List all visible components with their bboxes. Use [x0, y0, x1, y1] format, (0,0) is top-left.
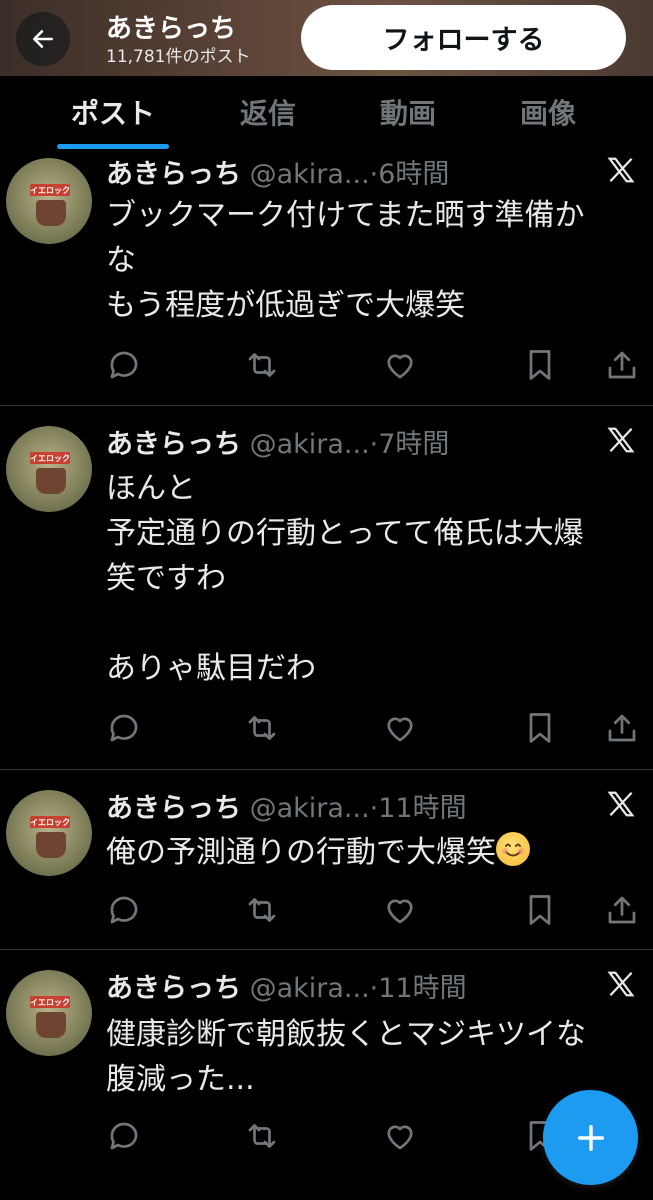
repost-icon[interactable]	[244, 347, 280, 383]
tweet[interactable]: イエロック あきらっち @akira...·7時間 ほんと 予定通りの行動とって…	[0, 406, 653, 770]
tweet-text-body: 俺の予測通りの行動で大爆笑	[106, 835, 496, 870]
tweet-meta: あきらっち @akira...·11時間	[106, 966, 467, 1005]
avatar-figure	[36, 832, 66, 858]
tweet-time[interactable]: ·6時間	[370, 159, 450, 190]
tweet-text: 俺の予測通りの行動で大爆笑	[106, 830, 646, 875]
bookmark-icon[interactable]	[522, 710, 558, 746]
back-button[interactable]	[16, 12, 70, 66]
tweet-text: ブックマーク付けてまた晒す準備か な もう程度が低過ぎで大爆笑	[106, 198, 585, 323]
heart-icon[interactable]	[382, 710, 418, 746]
x-logo-icon[interactable]	[606, 425, 636, 455]
repost-icon[interactable]	[244, 710, 280, 746]
x-logo-icon[interactable]	[606, 155, 636, 185]
reply-icon[interactable]	[106, 347, 142, 383]
repost-icon[interactable]	[244, 1118, 280, 1154]
tweet-author-name[interactable]: あきらっち	[106, 429, 241, 460]
tweet-handle[interactable]: @akira...	[250, 973, 370, 1004]
compose-button[interactable]	[543, 1090, 638, 1185]
tweet-handle[interactable]: @akira...	[250, 793, 370, 824]
heart-icon[interactable]	[382, 347, 418, 383]
avatar-figure	[36, 468, 66, 494]
avatar[interactable]: イエロック	[6, 158, 92, 244]
profile-tabs: ポスト 返信 動画 画像	[0, 76, 653, 150]
tweet-text: 健康診断で朝飯抜くとマジキツイな 腹減った...	[106, 1017, 586, 1097]
share-icon[interactable]	[604, 892, 640, 928]
post-count: 11,781件のポスト	[106, 47, 251, 67]
tweet-handle[interactable]: @akira...	[250, 159, 370, 190]
smiling-face-emoji	[496, 832, 530, 866]
arrow-left-icon	[33, 30, 53, 48]
reply-icon[interactable]	[106, 710, 142, 746]
reply-icon[interactable]	[106, 892, 142, 928]
tweet-time[interactable]: ·11時間	[370, 793, 467, 824]
tweet-meta: あきらっち @akira...·6時間	[106, 152, 449, 191]
profile-page: あきらっち 11,781件のポスト フォローする ポスト 返信 動画 画像 イエ…	[0, 0, 653, 1200]
tweet-author-name[interactable]: あきらっち	[106, 159, 241, 190]
x-logo-icon[interactable]	[606, 789, 636, 819]
tweet-handle[interactable]: @akira...	[250, 429, 370, 460]
heart-icon[interactable]	[382, 892, 418, 928]
repost-icon[interactable]	[244, 892, 280, 928]
tweet-author-name[interactable]: あきらっち	[106, 793, 241, 824]
avatar-logo: イエロック	[30, 184, 70, 196]
reply-icon[interactable]	[106, 1118, 142, 1154]
tweet[interactable]: イエロック あきらっち @akira...·11時間 俺の予測通りの行動で大爆笑	[0, 770, 653, 950]
tab-videos[interactable]: 動画	[364, 92, 452, 132]
bookmark-icon[interactable]	[522, 892, 558, 928]
x-logo-icon[interactable]	[606, 969, 636, 999]
heart-icon[interactable]	[382, 1118, 418, 1154]
avatar-logo: イエロック	[30, 452, 70, 464]
avatar[interactable]: イエロック	[6, 970, 92, 1056]
tweet-actions	[106, 892, 641, 928]
tweet-time[interactable]: ·11時間	[370, 973, 467, 1004]
tweet-author-name[interactable]: あきらっち	[106, 973, 241, 1004]
active-tab-indicator	[57, 144, 169, 149]
share-icon[interactable]	[604, 710, 640, 746]
avatar-figure	[36, 1012, 66, 1038]
avatar[interactable]: イエロック	[6, 790, 92, 876]
plus-icon	[577, 1124, 604, 1151]
avatar-figure	[36, 200, 66, 226]
tweet-meta: あきらっち @akira...·7時間	[106, 422, 449, 461]
avatar-logo: イエロック	[30, 996, 70, 1008]
tweet[interactable]: イエロック あきらっち @akira...·6時間 ブックマーク付けてまた晒す準…	[0, 150, 653, 406]
share-icon[interactable]	[604, 347, 640, 383]
tab-replies[interactable]: 返信	[224, 92, 312, 132]
tweet-meta: あきらっち @akira...·11時間	[106, 786, 467, 825]
follow-button[interactable]: フォローする	[301, 5, 626, 70]
tab-posts[interactable]: ポスト	[57, 92, 169, 132]
tab-images[interactable]: 画像	[504, 92, 592, 132]
profile-name: あきらっち	[106, 14, 237, 44]
avatar-logo: イエロック	[30, 816, 70, 828]
tweet-text: ほんと 予定通りの行動とってて俺氏は大爆 笑ですわ ありゃ駄目だわ	[106, 471, 584, 686]
tweet-actions	[106, 710, 641, 746]
tweet-actions	[106, 347, 641, 383]
tweet-time[interactable]: ·7時間	[370, 429, 450, 460]
profile-header: あきらっち 11,781件のポスト フォローする	[0, 0, 653, 76]
avatar[interactable]: イエロック	[6, 426, 92, 512]
bookmark-icon[interactable]	[522, 347, 558, 383]
